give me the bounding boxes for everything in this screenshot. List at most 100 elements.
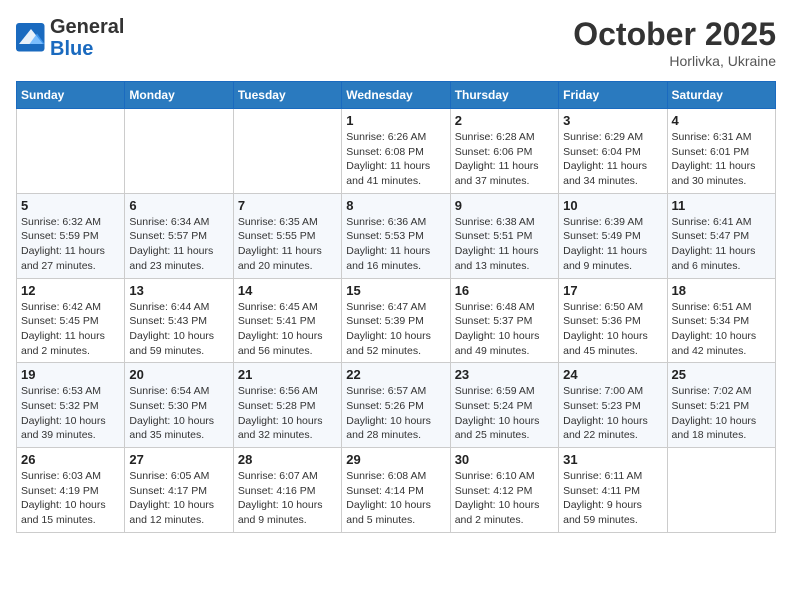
calendar: SundayMondayTuesdayWednesdayThursdayFrid… bbox=[16, 81, 776, 533]
calendar-cell bbox=[17, 109, 125, 194]
day-info: Sunrise: 6:35 AM Sunset: 5:55 PM Dayligh… bbox=[238, 215, 337, 274]
calendar-cell: 25 Sunrise: 7:02 AM Sunset: 5:21 PM Dayli… bbox=[667, 363, 775, 448]
calendar-cell: 19Sunrise: 6:53 AM Sunset: 5:32 PM Dayli… bbox=[17, 363, 125, 448]
calendar-cell: 3Sunrise: 6:29 AM Sunset: 6:04 PM Daylig… bbox=[559, 109, 667, 194]
day-info: Sunrise: 6:29 AM Sunset: 6:04 PM Dayligh… bbox=[563, 130, 662, 189]
day-number: 26 bbox=[21, 452, 120, 467]
location: Horlivka, Ukraine bbox=[573, 53, 776, 69]
day-info: Sunrise: 6:44 AM Sunset: 5:43 PM Dayligh… bbox=[129, 300, 228, 359]
day-number: 1 bbox=[346, 113, 445, 128]
calendar-cell: 30 Sunrise: 6:10 AM Sunset: 4:12 PM Dayli… bbox=[450, 448, 558, 533]
calendar-cell: 2 Sunrise: 6:28 AM Sunset: 6:06 PM Daylig… bbox=[450, 109, 558, 194]
calendar-cell: 26 Sunrise: 6:03 AM Sunset: 4:19 PM Dayli… bbox=[17, 448, 125, 533]
calendar-week-row: 12 Sunrise: 6:42 AM Sunset: 5:45 PM Dayli… bbox=[17, 278, 776, 363]
day-info: Sunrise: 6:26 AM Sunset: 6:08 PM Dayligh… bbox=[346, 130, 445, 189]
day-number: 15 bbox=[346, 283, 445, 298]
day-number: 21 bbox=[238, 367, 337, 382]
day-number: 19 bbox=[21, 367, 120, 382]
day-number: 4 bbox=[672, 113, 771, 128]
day-info: Sunrise: 6:03 AM Sunset: 4:19 PM Dayligh… bbox=[21, 469, 120, 528]
calendar-cell: 29 Sunrise: 6:08 AM Sunset: 4:14 PM Dayli… bbox=[342, 448, 450, 533]
day-info: Sunrise: 7:02 AM Sunset: 5:21 PM Dayligh… bbox=[672, 384, 771, 443]
day-number: 20 bbox=[129, 367, 228, 382]
calendar-cell: 14Sunrise: 6:45 AM Sunset: 5:41 PM Dayli… bbox=[233, 278, 341, 363]
day-info: Sunrise: 6:39 AM Sunset: 5:49 PM Dayligh… bbox=[563, 215, 662, 274]
calendar-week-row: 26 Sunrise: 6:03 AM Sunset: 4:19 PM Dayli… bbox=[17, 448, 776, 533]
calendar-cell: 24 Sunrise: 7:00 AM Sunset: 5:23 PM Dayli… bbox=[559, 363, 667, 448]
month-title: October 2025 bbox=[573, 16, 776, 53]
calendar-week-row: 19Sunrise: 6:53 AM Sunset: 5:32 PM Dayli… bbox=[17, 363, 776, 448]
calendar-cell: 27 Sunrise: 6:05 AM Sunset: 4:17 PM Dayli… bbox=[125, 448, 233, 533]
day-info: Sunrise: 6:08 AM Sunset: 4:14 PM Dayligh… bbox=[346, 469, 445, 528]
day-number: 11 bbox=[672, 198, 771, 213]
weekday-header-saturday: Saturday bbox=[667, 82, 775, 109]
day-info: Sunrise: 6:36 AM Sunset: 5:53 PM Dayligh… bbox=[346, 215, 445, 274]
day-info: Sunrise: 6:32 AM Sunset: 5:59 PM Dayligh… bbox=[21, 215, 120, 274]
day-number: 23 bbox=[455, 367, 554, 382]
day-number: 2 bbox=[455, 113, 554, 128]
weekday-header-sunday: Sunday bbox=[17, 82, 125, 109]
day-info: Sunrise: 6:57 AM Sunset: 5:26 PM Dayligh… bbox=[346, 384, 445, 443]
page-header: General Blue October 2025 Horlivka, Ukra… bbox=[16, 16, 776, 69]
day-info: Sunrise: 6:10 AM Sunset: 4:12 PM Dayligh… bbox=[455, 469, 554, 528]
day-info: Sunrise: 6:11 AM Sunset: 4:11 PM Dayligh… bbox=[563, 469, 662, 528]
day-number: 6 bbox=[129, 198, 228, 213]
day-info: Sunrise: 6:28 AM Sunset: 6:06 PM Dayligh… bbox=[455, 130, 554, 189]
day-info: Sunrise: 6:41 AM Sunset: 5:47 PM Dayligh… bbox=[672, 215, 771, 274]
day-number: 10 bbox=[563, 198, 662, 213]
day-number: 14 bbox=[238, 283, 337, 298]
calendar-cell: 12 Sunrise: 6:42 AM Sunset: 5:45 PM Dayli… bbox=[17, 278, 125, 363]
day-number: 22 bbox=[346, 367, 445, 382]
day-number: 27 bbox=[129, 452, 228, 467]
calendar-cell: 6 Sunrise: 6:34 AM Sunset: 5:57 PM Daylig… bbox=[125, 193, 233, 278]
day-info: Sunrise: 6:05 AM Sunset: 4:17 PM Dayligh… bbox=[129, 469, 228, 528]
day-number: 30 bbox=[455, 452, 554, 467]
calendar-cell bbox=[233, 109, 341, 194]
day-number: 31 bbox=[563, 452, 662, 467]
day-info: Sunrise: 6:07 AM Sunset: 4:16 PM Dayligh… bbox=[238, 469, 337, 528]
day-number: 25 bbox=[672, 367, 771, 382]
day-info: Sunrise: 6:34 AM Sunset: 5:57 PM Dayligh… bbox=[129, 215, 228, 274]
calendar-cell bbox=[125, 109, 233, 194]
weekday-header-monday: Monday bbox=[125, 82, 233, 109]
calendar-cell: 7 Sunrise: 6:35 AM Sunset: 5:55 PM Daylig… bbox=[233, 193, 341, 278]
calendar-cell: 21 Sunrise: 6:56 AM Sunset: 5:28 PM Dayli… bbox=[233, 363, 341, 448]
day-number: 5 bbox=[21, 198, 120, 213]
calendar-cell: 20Sunrise: 6:54 AM Sunset: 5:30 PM Dayli… bbox=[125, 363, 233, 448]
day-info: Sunrise: 6:48 AM Sunset: 5:37 PM Dayligh… bbox=[455, 300, 554, 359]
calendar-cell: 15 Sunrise: 6:47 AM Sunset: 5:39 PM Dayli… bbox=[342, 278, 450, 363]
calendar-cell: 13 Sunrise: 6:44 AM Sunset: 5:43 PM Dayli… bbox=[125, 278, 233, 363]
day-number: 29 bbox=[346, 452, 445, 467]
calendar-cell: 23 Sunrise: 6:59 AM Sunset: 5:24 PM Dayli… bbox=[450, 363, 558, 448]
day-info: Sunrise: 6:42 AM Sunset: 5:45 PM Dayligh… bbox=[21, 300, 120, 359]
calendar-cell: 1 Sunrise: 6:26 AM Sunset: 6:08 PM Daylig… bbox=[342, 109, 450, 194]
day-number: 9 bbox=[455, 198, 554, 213]
day-number: 12 bbox=[21, 283, 120, 298]
day-number: 7 bbox=[238, 198, 337, 213]
calendar-cell: 5 Sunrise: 6:32 AM Sunset: 5:59 PM Daylig… bbox=[17, 193, 125, 278]
weekday-header-friday: Friday bbox=[559, 82, 667, 109]
calendar-cell: 28 Sunrise: 6:07 AM Sunset: 4:16 PM Dayli… bbox=[233, 448, 341, 533]
calendar-cell: 22 Sunrise: 6:57 AM Sunset: 5:26 PM Dayli… bbox=[342, 363, 450, 448]
calendar-week-row: 1 Sunrise: 6:26 AM Sunset: 6:08 PM Daylig… bbox=[17, 109, 776, 194]
day-number: 13 bbox=[129, 283, 228, 298]
calendar-cell: 4Sunrise: 6:31 AM Sunset: 6:01 PM Daylig… bbox=[667, 109, 775, 194]
day-number: 28 bbox=[238, 452, 337, 467]
day-number: 24 bbox=[563, 367, 662, 382]
calendar-cell: 8 Sunrise: 6:36 AM Sunset: 5:53 PM Daylig… bbox=[342, 193, 450, 278]
calendar-cell bbox=[667, 448, 775, 533]
day-info: Sunrise: 6:56 AM Sunset: 5:28 PM Dayligh… bbox=[238, 384, 337, 443]
calendar-header-row: SundayMondayTuesdayWednesdayThursdayFrid… bbox=[17, 82, 776, 109]
day-number: 8 bbox=[346, 198, 445, 213]
calendar-cell: 31 Sunrise: 6:11 AM Sunset: 4:11 PM Dayli… bbox=[559, 448, 667, 533]
logo: General Blue bbox=[16, 16, 124, 60]
weekday-header-thursday: Thursday bbox=[450, 82, 558, 109]
day-info: Sunrise: 6:50 AM Sunset: 5:36 PM Dayligh… bbox=[563, 300, 662, 359]
day-info: Sunrise: 6:59 AM Sunset: 5:24 PM Dayligh… bbox=[455, 384, 554, 443]
weekday-header-tuesday: Tuesday bbox=[233, 82, 341, 109]
day-info: Sunrise: 6:47 AM Sunset: 5:39 PM Dayligh… bbox=[346, 300, 445, 359]
day-info: Sunrise: 7:00 AM Sunset: 5:23 PM Dayligh… bbox=[563, 384, 662, 443]
day-number: 16 bbox=[455, 283, 554, 298]
day-info: Sunrise: 6:51 AM Sunset: 5:34 PM Dayligh… bbox=[672, 300, 771, 359]
calendar-cell: 9Sunrise: 6:38 AM Sunset: 5:51 PM Daylig… bbox=[450, 193, 558, 278]
